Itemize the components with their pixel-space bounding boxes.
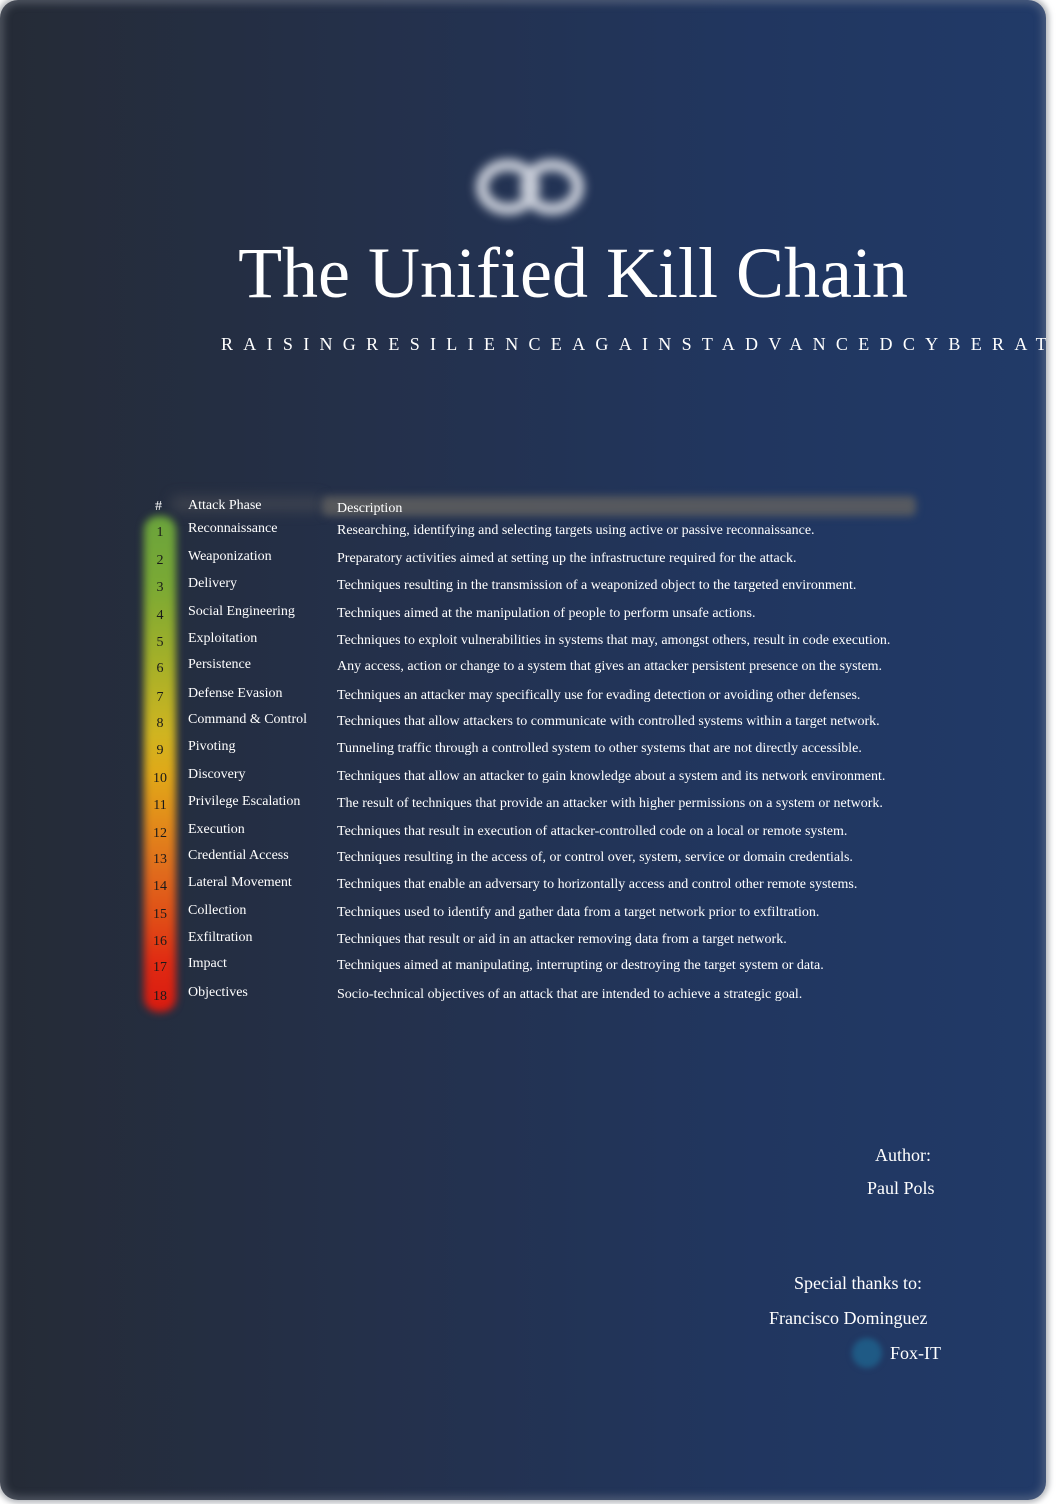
table-row: 2 Weaponization Preparatory activities aim… <box>0 549 1000 571</box>
phase-number: 7 <box>156 690 164 705</box>
phase-description: Techniques resulting in the transmission… <box>337 578 857 593</box>
phase-name: Weaponization <box>188 549 272 564</box>
table-row: 5 Exploitation Techniques to exploit vulne… <box>0 631 1000 653</box>
phase-number: 3 <box>156 580 164 595</box>
table-row: 14 Lateral Movement Techniques that enable… <box>0 875 1000 897</box>
phase-name: Privilege Escalation <box>188 794 301 809</box>
phase-number: 13 <box>153 852 167 867</box>
phase-name: Exploitation <box>188 631 258 646</box>
table-row: 16 Exfiltration Techniques that result or … <box>0 930 1000 952</box>
phase-description: Techniques that allow attackers to commu… <box>337 714 880 729</box>
table-row: 15 Collection Techniques used to identify … <box>0 903 1000 925</box>
phase-number: 2 <box>156 553 164 568</box>
phase-description: Techniques aimed at the manipulation of … <box>337 606 756 621</box>
cover-page: The Unified Kill Chain RAISINGRESILIENCE… <box>0 0 1046 1500</box>
table-row: 17 Impact Techniques aimed at manipulating… <box>0 956 1000 978</box>
phase-number: 12 <box>153 826 167 841</box>
phase-name: Impact <box>188 956 227 971</box>
phase-number: 16 <box>153 934 167 949</box>
phase-name: Social Engineering <box>188 604 295 619</box>
table-row: 1 Reconnaissance Researching, identifying … <box>0 521 1000 543</box>
phase-name: Discovery <box>188 767 246 782</box>
phase-description: Preparatory activities aimed at setting … <box>337 551 797 566</box>
phase-description: Techniques aimed at manipulating, interr… <box>337 958 824 973</box>
phase-description: Tunneling traffic through a controlled s… <box>337 741 862 756</box>
table-row: 10 Discovery Techniques that allow an atta… <box>0 767 1000 789</box>
thanks-label: Special thanks to: <box>794 1273 922 1293</box>
document-title: The Unified Kill Chain <box>238 233 908 313</box>
phase-name: Pivoting <box>188 739 236 754</box>
column-header-phase: Attack Phase <box>188 498 262 513</box>
phase-name: Lateral Movement <box>188 875 292 890</box>
phase-name: Collection <box>188 903 247 918</box>
phase-number: 9 <box>156 743 164 758</box>
document-subtitle: RAISINGRESILIENCEAGAINSTADVANCEDCYBERATT… <box>221 334 1046 354</box>
author-label: Author: <box>875 1145 931 1165</box>
table-header-shade <box>322 496 916 516</box>
table-row: 7 Defense Evasion Techniques an attacker m… <box>0 686 1000 708</box>
table-row: 6 Persistence Any access, action or change… <box>0 657 1000 679</box>
column-header-number: # <box>155 499 162 514</box>
chain-link-icon <box>476 159 584 215</box>
phase-name: Delivery <box>188 576 237 591</box>
phase-number: 6 <box>156 661 164 676</box>
phase-number: 4 <box>156 608 164 623</box>
phase-description: The result of techniques that provide an… <box>337 796 883 811</box>
phase-number: 17 <box>153 960 167 975</box>
phase-name: Objectives <box>188 985 248 1000</box>
table-row: 3 Delivery Techniques resulting in the tra… <box>0 576 1000 598</box>
table-row: 4 Social Engineering Techniques aimed at t… <box>0 604 1000 626</box>
table-row: 18 Objectives Socio-technical objectives o… <box>0 985 1000 1007</box>
phase-number: 15 <box>153 907 167 922</box>
phase-description: Techniques that allow an attacker to gai… <box>337 769 886 784</box>
table-row: 8 Command & Control Techniques that allow … <box>0 712 1000 734</box>
phase-number: 11 <box>153 798 167 813</box>
phase-description: Techniques that enable an adversary to h… <box>337 877 858 892</box>
thanks-name: Francisco Dominguez <box>769 1308 928 1328</box>
phase-name: Execution <box>188 822 245 837</box>
author-name: Paul Pols <box>867 1178 935 1198</box>
column-header-description: Description <box>337 501 403 516</box>
phase-description: Researching, identifying and selecting t… <box>337 523 815 538</box>
phase-number: 10 <box>153 771 167 786</box>
table-row: 11 Privilege Escalation The result of tech… <box>0 794 1000 816</box>
phase-number: 5 <box>156 635 164 650</box>
phase-description: Techniques that result or aid in an atta… <box>337 932 787 947</box>
phase-description: Techniques that result in execution of a… <box>337 824 848 839</box>
phase-number: 8 <box>156 716 164 731</box>
phase-description: Any access, action or change to a system… <box>337 659 883 674</box>
phase-name: Defense Evasion <box>188 686 283 701</box>
table-row: 9 Pivoting Tunneling traffic through a con… <box>0 739 1000 761</box>
phase-description: Techniques resulting in the access of, o… <box>337 850 853 865</box>
table-row: 12 Execution Techniques that result in exe… <box>0 822 1000 844</box>
phase-number: 1 <box>156 525 164 540</box>
table-row: 13 Credential Access Techniques resulting … <box>0 848 1000 870</box>
fox-it-logo-icon <box>852 1338 882 1368</box>
phase-description: Techniques used to identify and gather d… <box>337 905 820 920</box>
phase-number: 18 <box>153 989 167 1004</box>
phase-name: Credential Access <box>188 848 289 863</box>
phase-name: Persistence <box>188 657 251 672</box>
phase-description: Techniques an attacker may specifically … <box>337 688 861 703</box>
phase-name: Command & Control <box>188 712 307 727</box>
phase-number: 14 <box>153 879 167 894</box>
phase-description: Techniques to exploit vulnerabilities in… <box>337 633 891 648</box>
phase-description: Socio-technical objectives of an attack … <box>337 987 803 1002</box>
phase-name: Reconnaissance <box>188 521 278 536</box>
phase-name: Exfiltration <box>188 930 253 945</box>
thanks-name: Fox-IT <box>890 1343 941 1363</box>
